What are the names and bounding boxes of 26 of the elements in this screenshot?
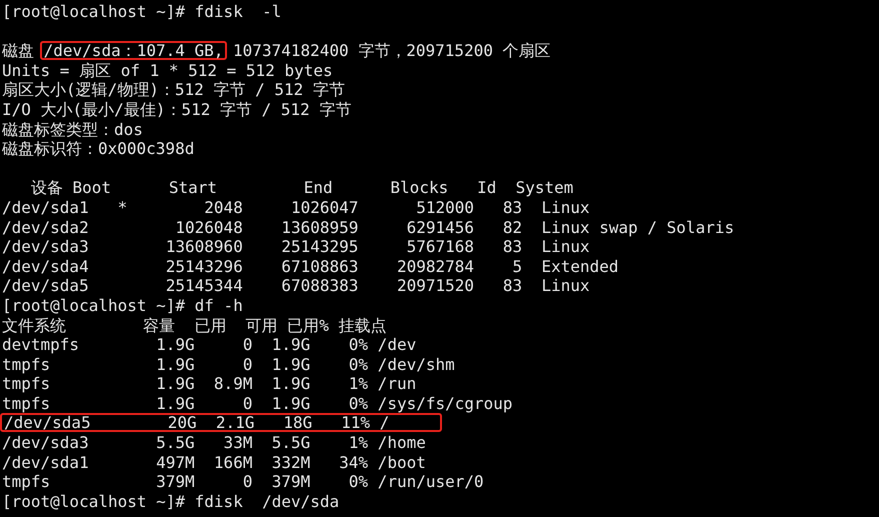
terminal-text: 设备 Boot Start End Blocks Id System — [30, 178, 574, 198]
terminal-text: 磁盘标识符：0x000c398d — [2, 139, 194, 158]
terminal-text: /dev/sda4 25143296 67108863 20982784 5 Extended — [2, 256, 618, 276]
terminal-text: /dev/sda1 497M 166M 332M 34% /boot — [2, 452, 426, 472]
terminal-text: /dev/sda1 * 2048 1026047 512000 83 Linux — [2, 198, 590, 217]
terminal-text: tmpfs 1.9G 0 1.9G 0% /dev/shm — [2, 354, 455, 374]
terminal-text: 文件系统 容量 已用 可用 已用% 挂载点 — [2, 316, 386, 334]
terminal-text: 107374182400 字节，209715200 个扇区 — [232, 41, 551, 60]
terminal-text: tmpfs 379M 0 379M 0% /run/user/0 — [2, 472, 484, 492]
terminal-text: [root@localhost ~]# fdisk /dev/sda — [2, 492, 340, 511]
terminal-text: [root@localhost ~]# fdisk -l — [2, 2, 282, 21]
terminal-text: [root@localhost ~]# df -h — [2, 296, 243, 315]
terminal-text: /dev/sda5 25145344 67088383 20971520 83 Linux — [2, 276, 590, 296]
highlighted-text: /dev/sda：107.4 GB, — [40, 41, 228, 60]
terminal-text: 扇区大小(逻辑/物理)：512 字节 / 512 字节 — [2, 80, 345, 100]
terminal-text: /dev/sda2 1026048 13608959 6291456 82 Linux swap / Solaris — [2, 218, 734, 237]
terminal-text: I/O 大小(最小/最佳)：512 字节 / 512 字节 — [2, 100, 352, 119]
terminal-text: /dev/sda3 13608960 25143295 5767168 83 Linux — [2, 237, 590, 256]
terminal-text: 磁盘标签类型：dos — [2, 120, 143, 139]
terminal-text: devtmpfs 1.9G 0 1.9G 0% /dev — [2, 335, 416, 354]
terminal-text: Units = 扇区 of 1 * 512 = 512 bytes — [2, 60, 333, 80]
terminal-text: tmpfs 1.9G 0 1.9G 0% /sys/fs/cgroup — [2, 394, 513, 413]
terminal-text: tmpfs 1.9G 8.9M 1.9G 1% /run — [2, 374, 416, 394]
highlighted-text: /dev/sda5 20G 2.1G 18G 11% / — [0, 413, 442, 432]
terminal-text: 磁盘 — [2, 41, 35, 60]
terminal-text: /dev/sda3 5.5G 33M 5.5G 1% /home — [2, 433, 426, 452]
